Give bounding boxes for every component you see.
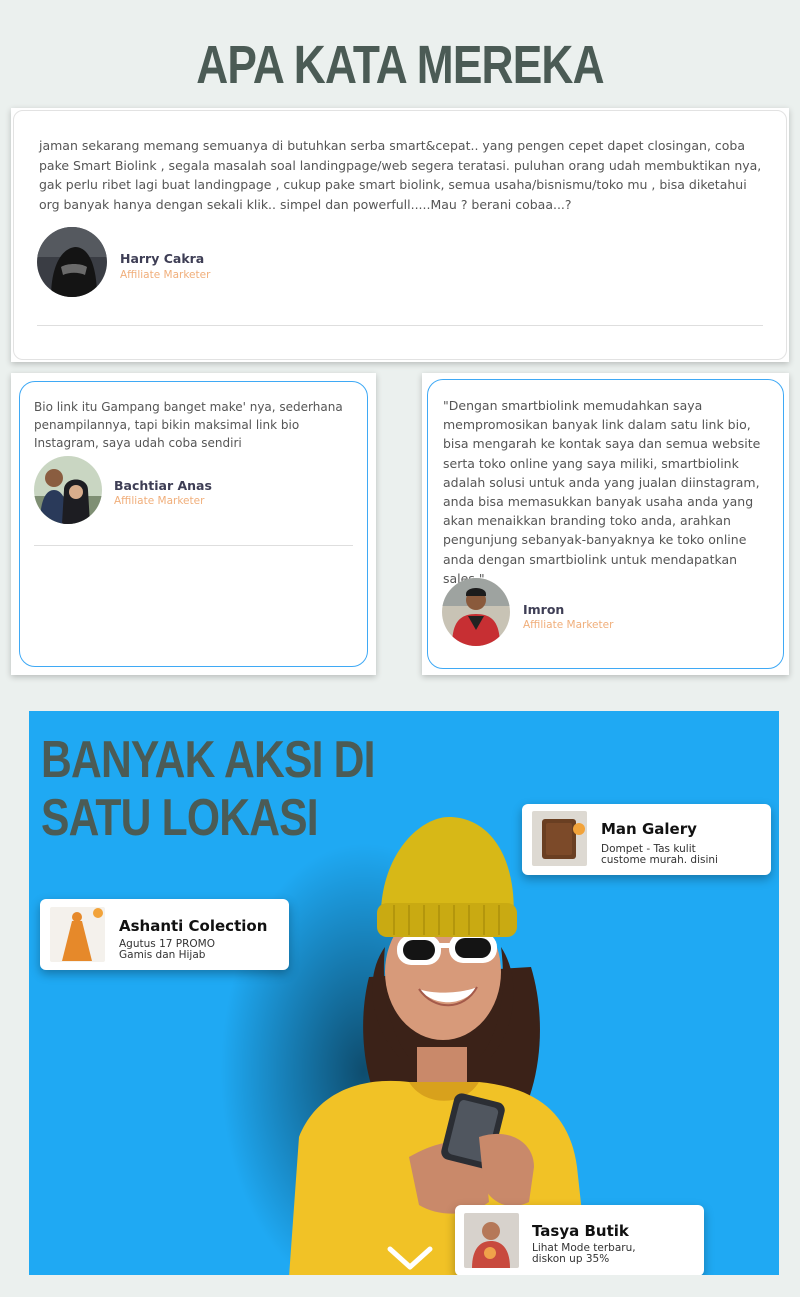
testimonial-card-inner: Bio link itu Gampang banget make' nya, s…: [19, 381, 368, 667]
shop-name: Ashanti Colection: [119, 917, 268, 935]
promo-title-line: BANYAK AKSI DI: [41, 731, 375, 789]
divider: [37, 325, 763, 326]
shop-description: Lihat Mode terbaru, diskon up 35%: [532, 1242, 636, 1265]
author-avatar: [442, 578, 510, 646]
shop-name: Man Galery: [601, 820, 697, 838]
testimonial-quote: "Dengan smartbiolink memudahkan saya mem…: [443, 398, 761, 586]
testimonial-quote: Bio link itu Gampang banget make' nya, s…: [34, 400, 343, 450]
section-title: APA KATA MEREKA: [196, 35, 604, 95]
gamis-thumbnail: [50, 907, 105, 962]
author-name: Bachtiar Anas: [114, 478, 212, 493]
author-role: Affiliate Marketer: [523, 619, 614, 631]
testimonial-card: jaman sekarang memang semuanya di butuhk…: [11, 108, 789, 362]
butik-thumbnail: [464, 1213, 519, 1268]
author-role: Affiliate Marketer: [120, 269, 211, 281]
author-avatar: [37, 227, 107, 297]
shop-card-tasya-butik[interactable]: Tasya Butik Lihat Mode terbaru, diskon u…: [455, 1205, 704, 1275]
testimonial-card-inner: jaman sekarang memang semuanya di butuhk…: [13, 110, 787, 360]
author-name: Imron: [523, 602, 565, 617]
testimonial-card: Bio link itu Gampang banget make' nya, s…: [11, 373, 376, 675]
shop-name: Tasya Butik: [532, 1222, 629, 1240]
author-avatar: [34, 456, 102, 524]
divider: [34, 545, 353, 546]
testimonial-quote: jaman sekarang memang semuanya di butuhk…: [39, 138, 762, 212]
author-role: Affiliate Marketer: [114, 495, 205, 507]
shop-card-man-galery[interactable]: Man Galery Dompet - Tas kulit custome mu…: [522, 804, 771, 875]
author-name: Harry Cakra: [120, 251, 205, 266]
shop-description: Dompet - Tas kulit custome murah. disini: [601, 843, 718, 866]
shop-card-ashanti-colection[interactable]: Ashanti Colection Agutus 17 PROMO Gamis …: [40, 899, 289, 970]
shop-description: Agutus 17 PROMO Gamis dan Hijab: [119, 938, 215, 961]
wallet-thumbnail: [532, 811, 587, 866]
chevron-down-icon[interactable]: [386, 1245, 434, 1273]
testimonial-card-inner: "Dengan smartbiolink memudahkan saya mem…: [427, 379, 784, 669]
promo-banner: BANYAK AKSI DI SATU LOKASI Man Galery Do…: [29, 711, 779, 1275]
testimonial-card: "Dengan smartbiolink memudahkan saya mem…: [422, 373, 789, 675]
